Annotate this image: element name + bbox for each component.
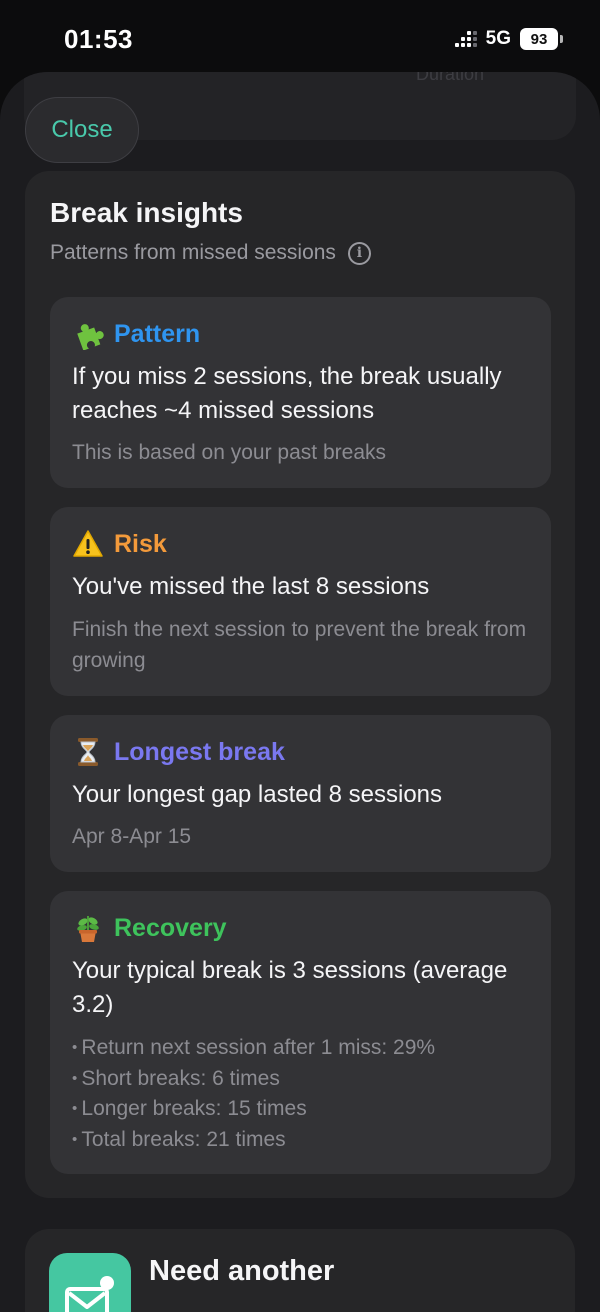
hourglass-icon <box>72 736 104 768</box>
insight-note: Finish the next session to prevent the b… <box>72 618 527 672</box>
insight-longest-break: Longest break Your longest gap lasted 8 … <box>50 715 551 872</box>
insight-text: Your typical break is 3 sessions (averag… <box>72 957 508 1018</box>
warning-icon <box>72 528 104 560</box>
insights-title: Break insights <box>50 197 243 228</box>
recovery-stats-list: Return next session after 1 miss: 29% Sh… <box>72 1033 435 1156</box>
list-item: Return next session after 1 miss: 29% <box>72 1033 435 1064</box>
insights-subtitle: Patterns from missed sessions i <box>50 241 371 265</box>
insight-note: This is based on your past breaks <box>72 441 386 464</box>
break-insights-card: Break insights Patterns from missed sess… <box>25 171 575 1198</box>
battery-icon: 93 <box>520 28 563 50</box>
mail-icon <box>49 1253 131 1312</box>
battery-level: 93 <box>530 30 548 48</box>
insight-text: You've missed the last 8 sessions <box>72 573 430 600</box>
insight-text: Your longest gap lasted 8 sessions <box>72 781 443 808</box>
list-item: Longer breaks: 15 times <box>72 1094 435 1125</box>
info-icon[interactable]: i <box>347 241 371 265</box>
insight-risk: Risk You've missed the last 8 sessions F… <box>50 507 551 696</box>
status-bar: 01:53 5G 93 <box>0 0 600 78</box>
list-item: Total breaks: 21 times <box>72 1125 435 1156</box>
insight-label: Risk <box>114 529 167 558</box>
list-item: Short breaks: 6 times <box>72 1064 435 1095</box>
status-time: 01:53 <box>64 24 133 54</box>
insight-label: Longest break <box>114 737 285 766</box>
status-indicators: 5G 93 <box>454 28 563 50</box>
potted-plant-icon <box>72 912 104 944</box>
signal-icon <box>454 31 477 47</box>
insight-label: Recovery <box>114 913 227 942</box>
insight-note: Apr 8-Apr 15 <box>72 825 192 848</box>
need-another-card[interactable]: Need another <box>25 1229 575 1312</box>
background-card-label: Duration <box>416 72 485 84</box>
modal-sheet: Duration Close Break insights Patterns f… <box>0 72 600 1312</box>
need-another-title: Need another <box>149 1255 335 1287</box>
puzzle-icon <box>72 318 104 350</box>
network-type: 5G <box>485 28 511 49</box>
insight-pattern: Pattern If you miss 2 sessions, the brea… <box>50 297 551 488</box>
insight-recovery: Recovery Your typical break is 3 session… <box>50 891 551 1174</box>
insight-label: Pattern <box>114 319 201 348</box>
insight-text: If you miss 2 sessions, the break usuall… <box>72 363 502 424</box>
insights-subtitle-text: Patterns from missed sessions <box>50 241 336 264</box>
close-button[interactable]: Close <box>25 97 139 163</box>
